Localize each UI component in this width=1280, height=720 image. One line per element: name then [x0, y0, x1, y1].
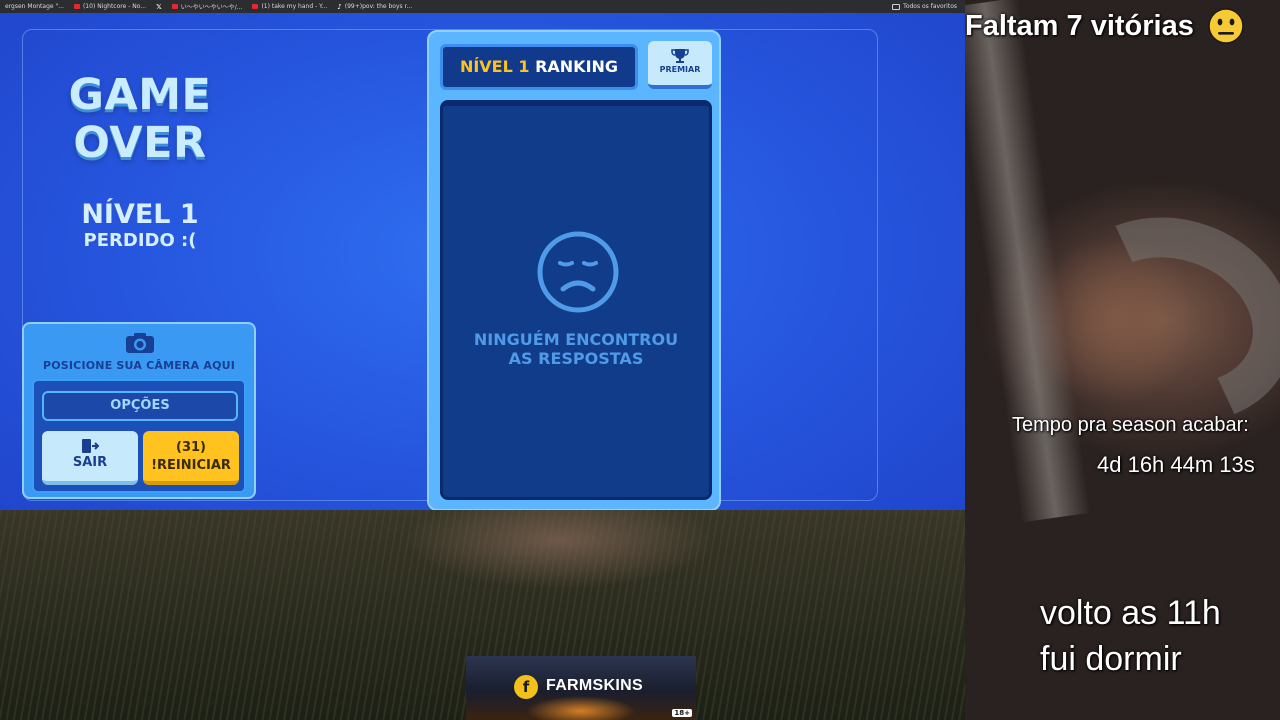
youtube-icon [252, 4, 259, 9]
exit-button[interactable]: SAIR [42, 431, 138, 485]
restart-button[interactable]: (31) !REINICIAR [143, 431, 239, 485]
bookmark-item[interactable]: 𝕏 [151, 3, 167, 11]
game-over-title: GAME OVER [68, 70, 212, 168]
bookmark-label: ergsen Montage "... [5, 3, 64, 10]
options-button[interactable]: OPÇÕES [42, 391, 238, 421]
ranking-panel: NÍVEL 1 RANKING PREMIAR NINGUÉM ENCONTRO… [427, 30, 721, 510]
away-message: volto as 11h fui dormir [1040, 590, 1221, 682]
tiktok-icon: ♪ [337, 2, 342, 11]
level-label: NÍVEL 1 [81, 199, 199, 230]
sponsor-banner[interactable]: f FARMSKINS 18+ [466, 656, 696, 720]
ranking-tab[interactable]: NÍVEL 1 RANKING [440, 44, 638, 90]
season-countdown-value: 4d 16h 44m 13s [1097, 452, 1255, 477]
bookmark-item[interactable]: (10) Nightcore - No... [69, 3, 151, 10]
bookmark-label: (1) take my hand - Y... [261, 3, 328, 10]
all-bookmarks-folder[interactable]: Todos os favoritos [892, 3, 957, 10]
bookmark-item[interactable]: い〜やい〜やい〜や/... [167, 2, 248, 11]
folder-label: Todos os favoritos [903, 3, 957, 10]
empty-line-1: NINGUÉM ENCONTROU [473, 330, 679, 349]
actions-container: OPÇÕES SAIR (31) !REINICIAR [32, 379, 246, 493]
camera-panel: POSICIONE SUA CÂMERA AQUI OPÇÕES SAIR (3… [22, 322, 256, 499]
award-label: PREMIAR [659, 65, 701, 74]
level-status: PERDIDO :( [83, 230, 197, 251]
youtube-icon [171, 4, 178, 9]
level-result: NÍVEL 1 PERDIDO :( [50, 199, 230, 251]
bookmark-item[interactable]: ergsen Montage "... [0, 3, 69, 10]
bookmark-item[interactable]: ♪ (99+)pov: the boys r... [332, 3, 417, 11]
ranking-list: NINGUÉM ENCONTROU AS RESPOSTAS [440, 100, 712, 500]
folder-icon [892, 3, 901, 10]
farmskins-logo-icon: f [514, 675, 538, 699]
season-countdown-label: Tempo pra season acabar: [1012, 414, 1249, 436]
game-screen: GAME OVER NÍVEL 1 PERDIDO :( POSICIONE S… [0, 13, 965, 510]
exit-door-icon [82, 439, 99, 453]
away-line-2: fui dormir [1040, 640, 1182, 678]
restart-count: (31) [176, 440, 206, 455]
wins-text: Faltam 7 vitórias [965, 9, 1194, 42]
age-rating-badge: 18+ [672, 709, 692, 717]
sponsor-name: FARMSKINS [546, 677, 643, 694]
away-line-1: volto as 11h [1040, 594, 1221, 632]
ranking-level: NÍVEL 1 [459, 57, 530, 76]
wins-remaining-overlay: Faltam 7 vitórias [965, 6, 1244, 46]
browser-bookmarks-bar: ergsen Montage "... (10) Nightcore - No.… [0, 0, 965, 13]
youtube-icon [73, 4, 80, 9]
bookmark-label: (99+)pov: the boys r... [344, 3, 413, 10]
banner-glow [526, 696, 636, 720]
camera-icon [126, 333, 154, 353]
x-logo-icon: 𝕏 [156, 2, 162, 11]
bookmark-label: (10) Nightcore - No... [82, 3, 147, 10]
camera-hint: POSICIONE SUA CÂMERA AQUI [42, 359, 236, 372]
award-button[interactable]: PREMIAR [648, 41, 712, 89]
bookmark-label: い〜やい〜やい〜や/... [180, 4, 243, 11]
ranking-empty-message: NINGUÉM ENCONTROU AS RESPOSTAS [443, 330, 709, 368]
trophy-icon [671, 49, 689, 63]
neutral-face-emoji-icon [1208, 8, 1244, 44]
bookmark-item[interactable]: (1) take my hand - Y... [247, 3, 332, 10]
empty-line-2: AS RESPOSTAS [508, 349, 644, 368]
exit-label: SAIR [72, 455, 108, 470]
ranking-title: RANKING [535, 57, 619, 76]
restart-label: !REINICIAR [151, 458, 231, 473]
sad-face-icon [537, 231, 619, 313]
